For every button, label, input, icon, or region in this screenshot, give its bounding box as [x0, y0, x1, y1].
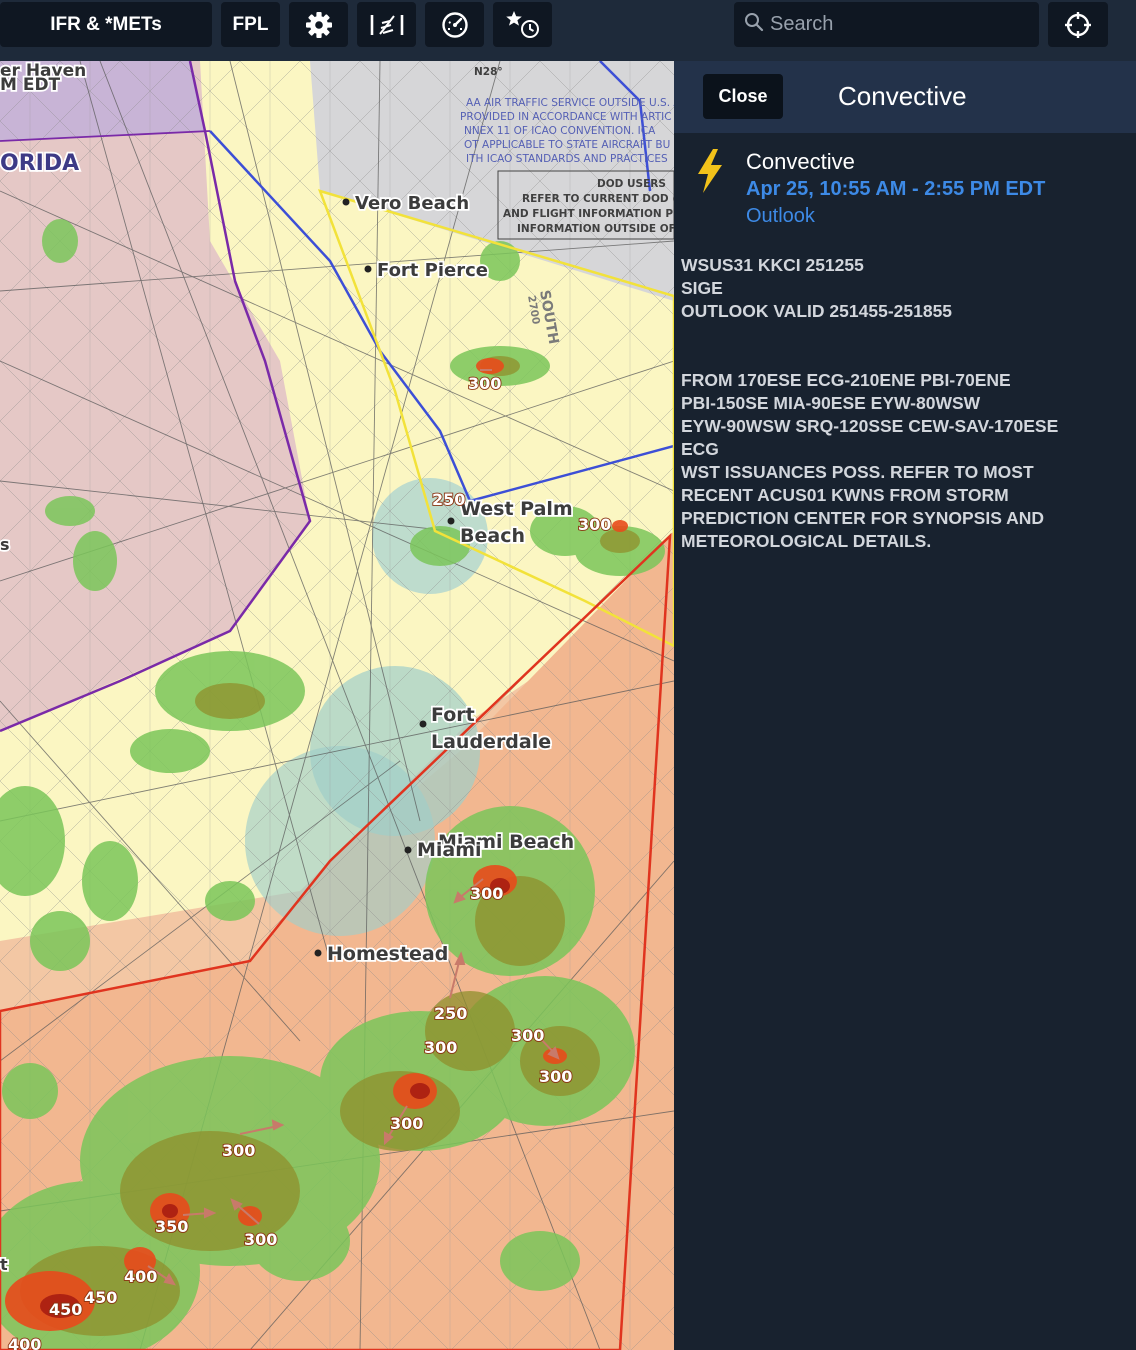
search-icon: [744, 12, 764, 37]
dod-line: REFER TO CURRENT DOD (NO: [522, 193, 674, 205]
map-label-lauderdale: Lauderdale: [431, 731, 551, 753]
storm-top-label: 300: [222, 1141, 255, 1160]
advisory-line: METEOROLOGICAL DETAILS.: [681, 531, 932, 551]
search-box[interactable]: [734, 2, 1039, 47]
panel-title: Convective: [838, 81, 967, 111]
notice-line: NNEX 11 OF ICAO CONVENTION. ICA: [464, 125, 656, 137]
top-toolbar: IFR & *METs FPL: [0, 0, 1136, 61]
storm-top-label: 250: [432, 490, 465, 509]
storm-top-label: 300: [578, 515, 611, 534]
advisory-line: PREDICTION CENTER FOR SYNOPSIS AND: [681, 508, 1044, 528]
map-canvas: N28° SOUTH 2700 AA AIR TRAFFIC SERVICE O…: [0, 61, 674, 1350]
fpl-button[interactable]: FPL: [221, 2, 280, 47]
settings-button[interactable]: [289, 2, 348, 47]
storm-top-label: 300: [390, 1114, 423, 1133]
advisory-line: OUTLOOK VALID 251455-251855: [681, 301, 953, 321]
wind-button[interactable]: [357, 2, 416, 47]
advisory-panel: Close Convective Convective Apr 25, 10:5…: [674, 61, 1136, 1350]
gauge-icon: [441, 11, 469, 39]
map-label-fort: Fort: [431, 704, 475, 726]
close-button[interactable]: Close: [703, 74, 783, 119]
gear-icon: [305, 11, 333, 39]
layers-button[interactable]: IFR & *METs: [0, 2, 212, 47]
advisory-line: WST ISSUANCES POSS. REFER TO MOST: [681, 462, 1034, 482]
map-label-homestead: Homestead: [327, 943, 448, 965]
map-label-vero-beach: Vero Beach: [355, 193, 469, 214]
storm-top-label: 300: [468, 374, 501, 393]
lightning-bolt-icon: [694, 149, 726, 198]
advisory-text: WSUS31 KKCI 251255 SIGE OUTLOOK VALID 25…: [681, 254, 1121, 553]
map-label-west-palm: West Palm: [460, 498, 573, 520]
notice-line: AA AIR TRAFFIC SERVICE OUTSIDE U.S. A: [466, 97, 674, 109]
storm-top-label: 400: [8, 1335, 41, 1350]
advisory-line: WSUS31 KKCI 251255: [681, 255, 864, 275]
fort-pierce-dot: [364, 265, 372, 273]
storm-top-label: 300: [470, 884, 503, 903]
icao-notice: AA AIR TRAFFIC SERVICE OUTSIDE U.S. A PR…: [460, 97, 674, 165]
storm-top-label: 300: [424, 1038, 457, 1057]
storm-top-label: 450: [49, 1300, 82, 1319]
panel-header: Close Convective: [674, 61, 1136, 133]
n28-label: N28°: [474, 66, 503, 78]
fpl-button-label: FPL: [232, 13, 269, 35]
homestead-dot: [314, 949, 322, 957]
fort-lauderdale-dot: [419, 720, 427, 728]
advisory-line: FROM 170ESE ECG-210ENE PBI-70ENE: [681, 370, 1011, 390]
notice-line: OT APPLICABLE TO STATE AIRCRAFT BU: [464, 139, 670, 151]
vero-beach-dot: [342, 198, 350, 206]
map-label-fort-pierce: Fort Pierce: [377, 260, 488, 281]
advisory-title: Convective: [746, 149, 855, 174]
map-label-miami: Miami: [417, 839, 482, 861]
advisory-line: EYW-90WSW SRQ-120SSE CEW-SAV-170ESE: [681, 416, 1059, 436]
storm-top-label: 300: [539, 1067, 572, 1086]
locate-button[interactable]: [1048, 2, 1108, 47]
map-label-left-t: t: [0, 1255, 8, 1274]
crosshair-icon: [1064, 11, 1092, 39]
favorites-recent-button[interactable]: [493, 2, 552, 47]
advisory-line: SIGE: [681, 278, 723, 298]
dod-line: AND FLIGHT INFORMATION PUBL: [503, 208, 674, 220]
advisory-kind: Outlook: [746, 205, 815, 227]
advisory-valid-time: Apr 25, 10:55 AM - 2:55 PM EDT: [746, 178, 1046, 200]
layers-button-label: IFR & *METs: [50, 13, 162, 35]
aviation-map[interactable]: N28° SOUTH 2700 AA AIR TRAFFIC SERVICE O…: [0, 61, 674, 1350]
storm-top-label: 400: [124, 1267, 157, 1286]
map-label-beach: Beach: [460, 525, 525, 547]
advisory-line: ECG: [681, 439, 719, 459]
west-palm-dot: [447, 517, 455, 525]
star-clock-icon: [505, 10, 541, 40]
notice-line: ITH ICAO STANDARDS AND PRACTICES: [466, 153, 668, 165]
gauge-button[interactable]: [425, 2, 484, 47]
map-label-edt: M EDT: [0, 75, 61, 95]
advisory-line: RECENT ACUS01 KWNS FROM STORM: [681, 485, 1009, 505]
advisory-line: PBI-150SE MIA-90ESE EYW-80WSW: [681, 393, 981, 413]
map-label-left-s: s: [0, 535, 10, 554]
search-input[interactable]: [770, 13, 1020, 36]
miami-dot: [404, 846, 412, 854]
storm-top-label: 300: [244, 1230, 277, 1249]
dod-line: DOD USERS: [597, 178, 666, 190]
map-label-florida: ORIDA: [0, 151, 79, 176]
dod-line: INFORMATION OUTSIDE OF U: [517, 223, 674, 235]
wind-barbs-icon: [369, 12, 405, 38]
notice-line: PROVIDED IN ACCORDANCE WITH ARTIC: [460, 111, 672, 123]
storm-top-label: 350: [155, 1217, 188, 1236]
storm-top-label: 250: [434, 1004, 467, 1023]
storm-top-label: 300: [511, 1026, 544, 1045]
storm-top-label: 450: [84, 1288, 117, 1307]
